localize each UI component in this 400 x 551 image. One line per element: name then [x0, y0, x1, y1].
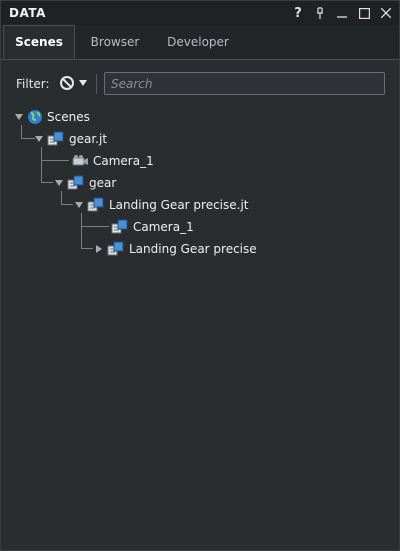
tree-label: Landing Gear precise [129, 242, 257, 256]
tree-connector [81, 213, 82, 249]
tree-connector [41, 182, 53, 183]
tree-row-camera[interactable]: Camera_1 [71, 151, 154, 171]
tree-row-landing-gear-jt[interactable]: Landing Gear precise.jt [75, 195, 249, 215]
tree-connector [21, 138, 35, 139]
data-panel: DATA ? Scenes Browser Developer Filter: [0, 0, 400, 551]
tree-connector [61, 204, 73, 205]
expand-arrow-icon[interactable] [35, 135, 43, 143]
tab-bar: Scenes Browser Developer [1, 25, 399, 60]
tree-label: gear [89, 176, 117, 190]
maximize-button[interactable] [354, 3, 374, 23]
minimize-button[interactable] [332, 3, 352, 23]
search-input[interactable] [104, 72, 385, 95]
model-icon [67, 175, 84, 190]
collapsed-arrow-icon[interactable] [95, 245, 103, 253]
expand-arrow-icon[interactable] [55, 179, 63, 187]
pin-button[interactable] [310, 3, 330, 23]
expand-arrow-icon[interactable] [75, 201, 83, 209]
filter-label: Filter: [16, 77, 50, 91]
tab-browser[interactable]: Browser [79, 25, 151, 59]
tree-label: gear.jt [69, 132, 108, 146]
tree-connector [41, 160, 69, 161]
model-icon [47, 131, 64, 146]
tree-connector [21, 125, 22, 139]
tree-connector [41, 147, 42, 183]
tree-row-landing-gear[interactable]: Landing Gear precise [95, 239, 257, 259]
model-icon [87, 197, 104, 212]
window-title: DATA [9, 6, 46, 20]
tree-label: Landing Gear precise.jt [109, 198, 249, 212]
divider [96, 74, 97, 94]
close-icon [381, 8, 391, 18]
expand-arrow-icon[interactable] [15, 113, 23, 121]
scene-tree: Scenes gear.jt Camera_1 gear Landing Gea… [1, 101, 399, 541]
tree-connector [81, 248, 93, 249]
tab-developer[interactable]: Developer [157, 25, 239, 59]
model-icon [107, 241, 124, 256]
tree-row-camera-nested[interactable]: Camera_1 [111, 217, 194, 237]
tree-label: Scenes [47, 110, 90, 124]
minimize-icon [337, 16, 347, 18]
chevron-down-icon[interactable] [78, 78, 88, 88]
tree-connector [61, 191, 62, 205]
close-button[interactable] [376, 3, 396, 23]
title-bar[interactable]: DATA ? [1, 1, 399, 25]
camera-icon [72, 155, 88, 166]
tree-row-gear-jt[interactable]: gear.jt [35, 129, 107, 149]
tree-row-gear[interactable]: gear [55, 173, 116, 193]
tree-row-scenes[interactable]: Scenes [15, 107, 90, 127]
tab-scenes[interactable]: Scenes [3, 25, 75, 59]
globe-icon [28, 110, 42, 124]
no-filter-icon[interactable] [59, 75, 75, 91]
maximize-icon [358, 7, 370, 19]
help-icon: ? [294, 5, 302, 21]
model-icon [111, 219, 128, 234]
tree-label: Camera_1 [93, 154, 154, 168]
pin-icon [317, 7, 323, 19]
tree-label: Camera_1 [133, 220, 194, 234]
help-button[interactable]: ? [288, 3, 308, 23]
tree-connector [81, 226, 109, 227]
